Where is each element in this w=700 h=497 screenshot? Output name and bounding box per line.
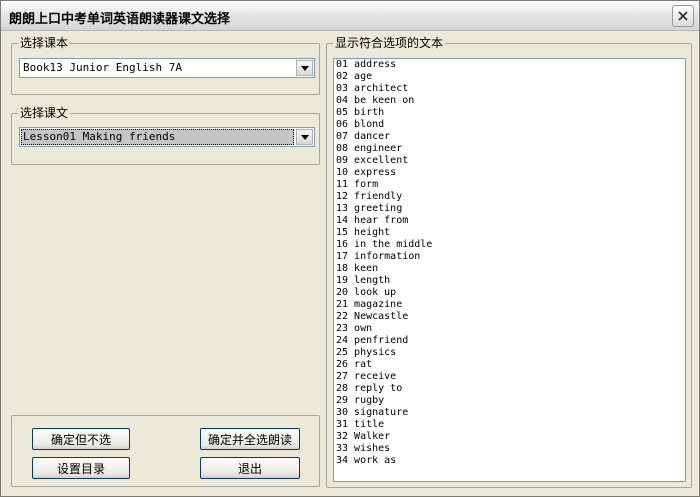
list-item[interactable]: 22 Newcastle [334,311,685,323]
list-item[interactable]: 34 work as [334,455,685,467]
lesson-group-label: 选择课文 [18,106,71,120]
text-list-group-label: 显示符合选项的文本 [333,36,446,50]
lesson-group: 选择课文 Lesson01 Making friends [11,106,320,165]
list-item[interactable]: 05 birth [334,107,685,119]
list-item[interactable]: 16 in the middle [334,239,685,251]
list-item[interactable]: 21 magazine [334,299,685,311]
confirm-no-select-button[interactable]: 确定但不选 [32,428,130,450]
confirm-select-all-button[interactable]: 确定并全选朗读 [200,428,300,450]
close-icon [678,11,688,21]
list-item[interactable]: 02 age [334,71,685,83]
window-title: 朗朗上口中考单词英语朗读器课文选择 [9,12,231,27]
list-item[interactable]: 17 information [334,251,685,263]
list-item[interactable]: 06 blond [334,119,685,131]
list-item[interactable]: 26 rat [334,359,685,371]
list-item[interactable]: 03 architect [334,83,685,95]
list-item[interactable]: 12 friendly [334,191,685,203]
list-item[interactable]: 07 dancer [334,131,685,143]
title-bar[interactable]: 朗朗上口中考单词英语朗读器课文选择 [1,1,699,31]
chevron-down-icon [300,134,309,140]
list-item[interactable]: 23 own [334,323,685,335]
exit-button[interactable]: 退出 [200,457,300,479]
text-list-group: 显示符合选项的文本 01 address 02 age 03 architect 04… [326,36,692,488]
set-directory-button[interactable]: 设置目录 [32,457,130,479]
textbook-select[interactable]: Book13 Junior English 7A [19,58,315,78]
textbook-group: 选择课本 Book13 Junior English 7A [11,36,320,95]
textbook-select-value: Book13 Junior English 7A [23,61,182,74]
list-item[interactable]: 09 excellent [334,155,685,167]
list-item[interactable]: 24 penfriend [334,335,685,347]
word-listbox[interactable]: 01 address 02 age 03 architect 04 be keen o… [333,58,686,482]
list-item[interactable]: 30 signature [334,407,685,419]
list-item[interactable]: 13 greeting [334,203,685,215]
list-item[interactable]: 20 look up [334,287,685,299]
list-item[interactable]: 28 reply to [334,383,685,395]
textbook-group-label: 选择课本 [18,36,71,50]
list-item[interactable]: 11 form [334,179,685,191]
list-item[interactable]: 32 Walker [334,431,685,443]
list-item[interactable]: 31 title [334,419,685,431]
lesson-select[interactable]: Lesson01 Making friends [19,127,315,147]
list-item[interactable]: 15 height [334,227,685,239]
list-item[interactable]: 18 keen [334,263,685,275]
list-item[interactable]: 25 physics [334,347,685,359]
lesson-dropdown-button[interactable] [296,129,313,145]
lesson-select-value: Lesson01 Making friends [21,129,294,145]
chevron-down-icon [300,65,309,71]
list-item[interactable]: 33 wishes [334,443,685,455]
list-item[interactable]: 04 be keen on [334,95,685,107]
list-item[interactable]: 08 engineer [334,143,685,155]
close-button[interactable] [672,5,694,27]
list-item[interactable]: 27 receive [334,371,685,383]
textbook-dropdown-button[interactable] [296,60,313,76]
list-item[interactable]: 29 rugby [334,395,685,407]
app-window: 朗朗上口中考单词英语朗读器课文选择 选择课本 Book13 Junior Eng… [0,0,700,497]
list-item[interactable]: 10 express [334,167,685,179]
list-item[interactable]: 01 address [334,59,685,71]
list-item[interactable]: 19 length [334,275,685,287]
actions-group: 确定但不选 确定并全选朗读 设置目录 退出 [11,415,320,487]
list-item[interactable]: 14 hear from [334,215,685,227]
